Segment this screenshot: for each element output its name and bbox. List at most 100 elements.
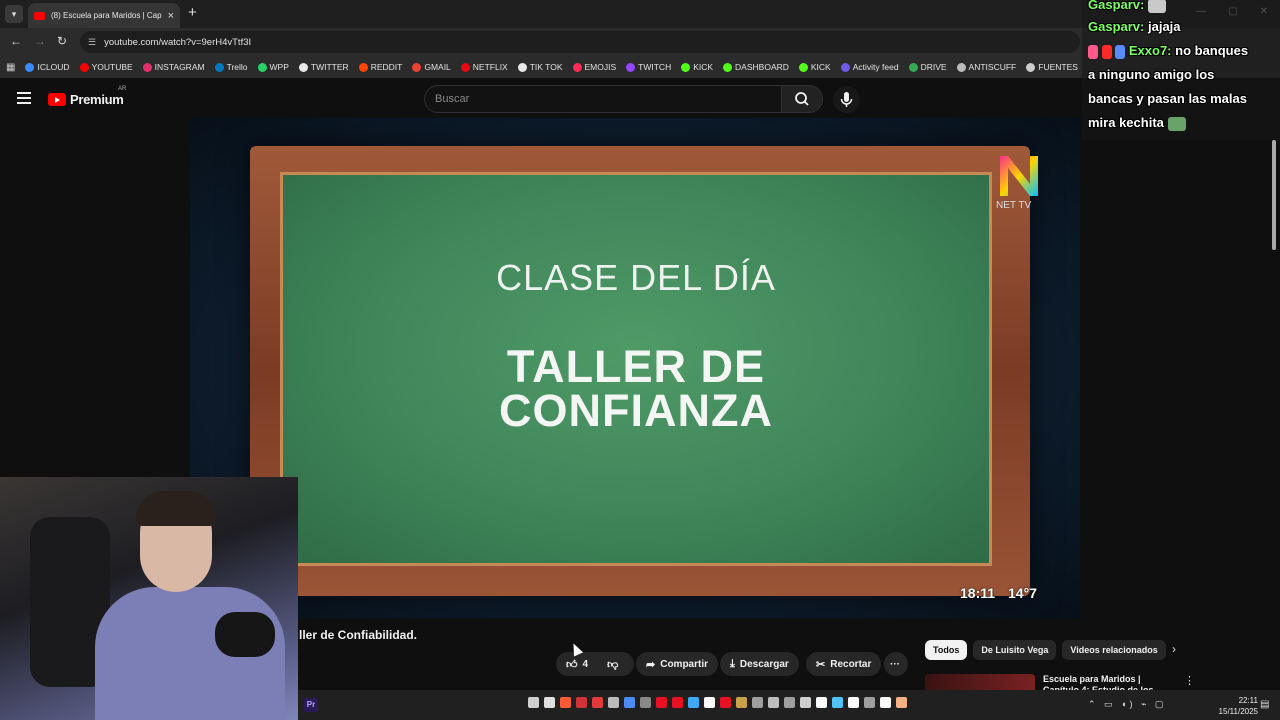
bookmark-label: INSTAGRAM xyxy=(154,62,205,72)
menu-icon[interactable] xyxy=(17,92,31,104)
tab-close-icon[interactable]: × xyxy=(168,10,174,22)
bookmark-favicon-icon xyxy=(412,62,422,72)
chat-text: mira kechita xyxy=(1088,115,1164,130)
scrollbar-thumb[interactable] xyxy=(1272,140,1276,250)
taskbar-app-icon[interactable] xyxy=(816,697,827,708)
chip-channel[interactable]: De Luisito Vega xyxy=(973,640,1057,660)
more-actions-button[interactable]: ··· xyxy=(884,652,908,676)
voice-search-button[interactable] xyxy=(833,86,860,113)
like-count[interactable]: 4 xyxy=(583,659,589,670)
taskbar-app-icon[interactable] xyxy=(608,697,619,708)
windows-taskbar: Pr ⌃ ▭ ◖) ⌁ ▢ 22:11 15/11/2025 ▤ xyxy=(298,690,1280,720)
taskbar-app-icon[interactable] xyxy=(544,697,555,708)
clip-button[interactable]: ✂ Recortar xyxy=(806,652,882,676)
taskbar-app-icon[interactable] xyxy=(592,697,603,708)
bookmark-item[interactable]: FUENTES xyxy=(1026,62,1078,72)
bookmark-item[interactable]: Activity feed xyxy=(840,62,899,72)
bookmark-item[interactable]: ANTISCUFF xyxy=(956,62,1016,72)
taskbar-app-icon[interactable] xyxy=(864,697,875,708)
url-text: youtube.com/watch?v=9erH4vTtf3I xyxy=(104,36,252,48)
bookmark-item[interactable]: Trello xyxy=(214,62,248,72)
bookmark-item[interactable]: KICK xyxy=(798,62,831,72)
bookmark-item[interactable]: ICLOUD xyxy=(25,62,70,72)
download-label: Descargar xyxy=(739,658,789,670)
notifications-icon[interactable]: ▤ xyxy=(1260,699,1269,710)
premiere-pro-icon[interactable]: Pr xyxy=(304,698,318,712)
bookmark-item[interactable]: TIK TOK xyxy=(517,62,563,72)
bookmark-favicon-icon xyxy=(723,62,733,72)
taskbar-clock[interactable]: 22:11 15/11/2025 xyxy=(1198,695,1258,717)
bookmark-label: GMAIL xyxy=(424,62,451,72)
bookmark-item[interactable]: EMOJIS xyxy=(572,62,616,72)
back-icon[interactable]: ← xyxy=(10,34,22,48)
bookmark-item[interactable]: GMAIL xyxy=(412,62,451,72)
taskbar-app-icon[interactable] xyxy=(800,697,811,708)
taskbar-app-icon[interactable] xyxy=(688,697,699,708)
taskbar-app-icon[interactable] xyxy=(624,697,635,708)
bookmark-item[interactable]: YOUTUBE xyxy=(79,62,133,72)
search-button[interactable] xyxy=(781,85,823,113)
microphone-icon xyxy=(840,92,853,107)
chip-all[interactable]: Todos xyxy=(925,640,968,660)
bookmark-item[interactable]: WPP xyxy=(257,62,289,72)
browser-tab-active[interactable]: (8) Escuela para Maridos | Capítulo × xyxy=(28,3,180,28)
reload-icon[interactable]: ↻ xyxy=(57,34,67,48)
bookmark-item[interactable]: NETFLIX xyxy=(460,62,508,72)
tab-search-icon[interactable]: ▾ xyxy=(5,5,23,23)
new-tab-button[interactable]: + xyxy=(188,5,197,21)
bookmark-item[interactable]: DASHBOARD xyxy=(723,62,789,72)
bookmark-label: NETFLIX xyxy=(472,62,508,72)
taskbar-app-icon[interactable] xyxy=(736,697,747,708)
video-player[interactable]: CLASE DEL DÍA TALLER DE CONFIANZA NET TV… xyxy=(190,118,1080,618)
taskbar-app-icon[interactable] xyxy=(528,697,539,708)
bookmark-favicon-icon xyxy=(142,62,152,72)
taskbar-app-icon[interactable] xyxy=(576,697,587,708)
site-info-icon[interactable]: ☰ xyxy=(88,37,96,48)
bookmark-item[interactable]: KICK xyxy=(681,62,713,72)
youtube-logo[interactable]: Premium AR xyxy=(48,86,126,107)
chevron-right-icon[interactable]: › xyxy=(1172,642,1176,656)
address-bar[interactable]: ☰ youtube.com/watch?v=9erH4vTtf3I xyxy=(80,31,1080,53)
bookmark-favicon-icon xyxy=(517,62,527,72)
taskbar-app-icon[interactable] xyxy=(848,697,859,708)
bookmark-favicon-icon xyxy=(572,62,582,72)
taskbar-app-icon[interactable] xyxy=(768,697,779,708)
share-button[interactable]: ➦ Compartir xyxy=(636,652,719,676)
taskbar-app-icon[interactable] xyxy=(720,697,731,708)
taskbar-app-icon[interactable] xyxy=(896,697,907,708)
dislike-icon[interactable]: 👎︎ xyxy=(607,658,618,671)
related-video-menu-icon[interactable]: ⋮ xyxy=(1184,674,1195,687)
apps-grid-icon[interactable]: ▦ xyxy=(6,62,15,73)
taskbar-app-icon[interactable] xyxy=(672,697,683,708)
like-icon[interactable]: 👍︎ xyxy=(566,658,578,671)
taskbar-app-icon[interactable] xyxy=(784,697,795,708)
bookmark-item[interactable]: REDDIT xyxy=(358,62,402,72)
board-subtitle: CLASE DEL DÍA xyxy=(496,257,776,298)
taskbar-app-icon[interactable] xyxy=(640,697,651,708)
forward-icon[interactable]: → xyxy=(34,34,46,48)
chat-username: Gasparv: xyxy=(1088,19,1145,34)
bookmark-favicon-icon xyxy=(956,62,966,72)
taskbar-app-icon[interactable] xyxy=(752,697,763,708)
bookmark-item[interactable]: TWITTER xyxy=(298,62,349,72)
bookmark-label: TWITCH xyxy=(638,62,672,72)
search-icon xyxy=(795,92,809,106)
taskbar-app-icon[interactable] xyxy=(880,697,891,708)
emote-icon xyxy=(1148,0,1166,13)
search-input[interactable]: Buscar xyxy=(424,85,782,113)
download-button[interactable]: ⤓ Descargar xyxy=(720,652,799,676)
system-tray[interactable]: ⌃ ▭ ◖) ⌁ ▢ xyxy=(1088,699,1166,710)
bookmark-item[interactable]: DRIVE xyxy=(908,62,947,72)
taskbar-app-icon[interactable] xyxy=(656,697,667,708)
taskbar-app-icon[interactable] xyxy=(560,697,571,708)
taskbar-app-icon[interactable] xyxy=(832,697,843,708)
screen: ▾ (8) Escuela para Maridos | Capítulo × … xyxy=(0,0,1280,720)
bookmark-item[interactable]: TWITCH xyxy=(626,62,671,72)
streamer-hair xyxy=(136,491,216,526)
taskbar-app-icon[interactable] xyxy=(704,697,715,708)
bookmark-item[interactable]: INSTAGRAM xyxy=(142,62,205,72)
streamer-webcam xyxy=(0,477,298,720)
clip-label: Recortar xyxy=(830,658,872,670)
chip-related[interactable]: Videos relacionados xyxy=(1062,640,1166,660)
page-scrollbar[interactable] xyxy=(1270,140,1278,686)
